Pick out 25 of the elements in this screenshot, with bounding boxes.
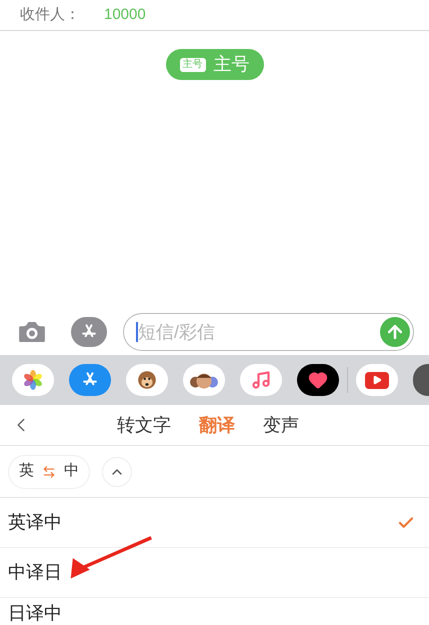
message-placeholder: 短信/彩信 [138, 320, 216, 344]
memoji-icon[interactable] [183, 364, 225, 396]
option-label: 中译日 [8, 561, 62, 584]
collapse-button[interactable] [102, 456, 132, 486]
language-option[interactable]: 日译中 [0, 598, 429, 625]
photos-app-icon[interactable] [12, 364, 54, 396]
tab[interactable]: 转文字 [117, 412, 171, 438]
option-label: 英译中 [8, 511, 62, 534]
recipient-number: 10000 [104, 4, 146, 25]
app-store-icon[interactable] [69, 364, 111, 396]
swap-icon[interactable] [42, 464, 56, 478]
tab[interactable]: 变声 [263, 412, 299, 438]
language-option[interactable]: 英译中 [0, 498, 429, 548]
sim-label: 主号 [214, 53, 250, 76]
target-language: 中 [64, 461, 79, 482]
apps-button[interactable] [71, 317, 107, 347]
music-icon[interactable] [240, 364, 282, 396]
source-language: 英 [19, 461, 34, 482]
sim-tag: 主号 [180, 58, 206, 72]
video-app-icon[interactable] [356, 364, 398, 396]
option-label: 日译中 [8, 602, 62, 625]
send-button[interactable] [380, 317, 410, 347]
language-pair-button[interactable]: 英 中 [8, 454, 90, 488]
monkey-icon[interactable] [126, 364, 168, 396]
recipient-label: 收件人： [20, 4, 80, 25]
